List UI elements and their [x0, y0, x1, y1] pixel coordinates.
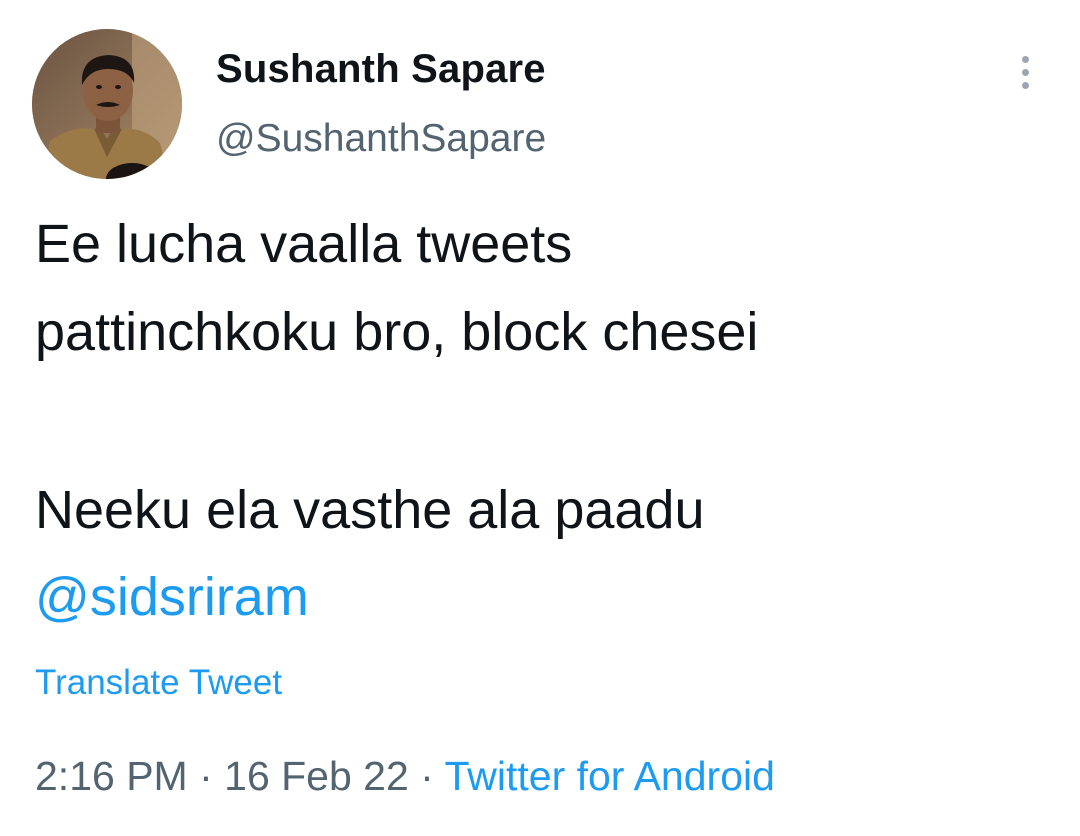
tweet-time[interactable]: 2:16 PM	[35, 753, 188, 799]
tweet-text-line: Ee lucha vaalla tweets	[35, 214, 573, 274]
avatar[interactable]	[32, 29, 182, 179]
tweet-source-link[interactable]: Twitter for Android	[444, 753, 774, 799]
more-options-icon[interactable]	[1008, 52, 1042, 96]
dot-icon	[1021, 69, 1029, 76]
dot-icon	[1021, 82, 1029, 89]
tweet-date[interactable]: 16 Feb 22	[224, 753, 409, 799]
author-name[interactable]: Sushanth Sapare	[216, 47, 546, 92]
dot-icon	[1021, 56, 1029, 63]
tweet-meta: 2:16 PM · 16 Feb 22 · Twitter for Androi…	[35, 753, 775, 800]
meta-separator: ·	[187, 753, 225, 799]
avatar-photo	[32, 29, 182, 179]
meta-separator: ·	[408, 753, 445, 799]
author-handle[interactable]: @SushanthSapare	[216, 117, 546, 161]
tweet-text-line: pattinchkoku bro, block chesei	[35, 302, 759, 362]
mention-link[interactable]: @sidsriram	[35, 565, 309, 629]
tweet-card: Sushanth Sapare @SushanthSapare Ee lucha…	[0, 0, 1080, 836]
translate-tweet-link[interactable]: Translate Tweet	[35, 663, 282, 703]
tweet-text-line: Neeku ela vasthe ala paadu	[35, 480, 705, 540]
